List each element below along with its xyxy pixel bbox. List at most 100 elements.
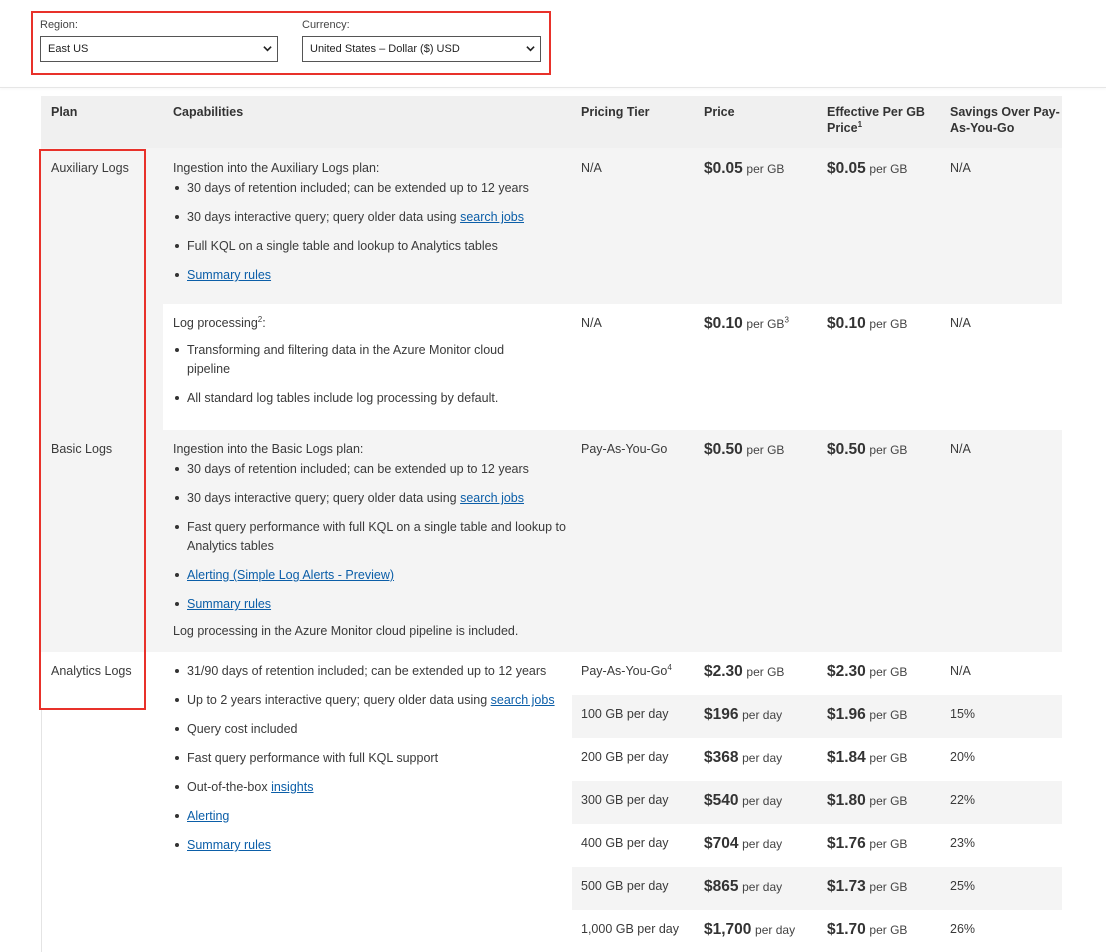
tier-label: 100 GB per day	[581, 707, 669, 721]
price-amount: $1,700	[704, 921, 752, 938]
list-item: Full KQL on a single table and lookup to…	[173, 237, 568, 256]
tier-label: 300 GB per day	[581, 793, 669, 807]
effective-cell: $1.96 per GB	[827, 705, 942, 725]
search-jobs-link[interactable]: search jobs	[460, 491, 524, 505]
price-cell: $704 per day	[704, 834, 819, 854]
effective-amount: $1.76	[827, 835, 866, 852]
chevron-down-icon	[526, 46, 535, 52]
price-unit: per day	[742, 751, 783, 765]
bullet-text: 30 days interactive query; query older d…	[187, 491, 461, 505]
processing-intro-tail: :	[262, 316, 266, 330]
list-item: Transforming and filtering data in the A…	[173, 341, 547, 379]
price-unit: per day	[742, 837, 783, 851]
list-item: 30 days interactive query; query older d…	[173, 208, 568, 227]
currency-select[interactable]: United States – Dollar ($) USD	[302, 36, 541, 62]
table-row-processing: Log processing2: Transforming and filter…	[41, 304, 1062, 430]
search-jobs-link[interactable]: search jobs	[491, 693, 555, 707]
header-effective-price: Effective Per GB Price1	[827, 104, 942, 136]
effective-auxiliary: $0.05 per GB	[827, 159, 942, 179]
footnote-3: 3	[784, 315, 789, 325]
plan-cell-basic-bg	[41, 430, 163, 652]
tier-auxiliary: N/A	[581, 161, 602, 175]
tier-cell: 200 GB per day	[581, 748, 696, 767]
header-divider	[0, 87, 1106, 88]
price-unit: per day	[755, 923, 796, 937]
header-plan: Plan	[51, 105, 78, 119]
effective-amount: $2.30	[827, 663, 866, 680]
tier-label: Pay-As-You-Go	[581, 664, 668, 678]
list-item: Summary rules	[173, 266, 568, 285]
capabilities-basic: Ingestion into the Basic Logs plan: 30 d…	[173, 440, 568, 642]
header-capabilities: Capabilities	[173, 105, 244, 119]
alerting-link[interactable]: Alerting	[187, 809, 229, 823]
processing-intro-text: Log processing	[173, 316, 258, 330]
effective-amount: $1.80	[827, 792, 866, 809]
effective-unit: per GB	[869, 794, 908, 808]
analytics-bullets: 31/90 days of retention included; can be…	[173, 662, 568, 855]
price-amount: $0.50	[704, 441, 743, 458]
region-value: East US	[48, 43, 89, 55]
price-amount: $2.30	[704, 663, 743, 680]
effective-unit: per GB	[869, 751, 908, 765]
search-jobs-link[interactable]: search jobs	[460, 210, 524, 224]
effective-unit: per GB	[869, 317, 908, 331]
effective-cell: $1.73 per GB	[827, 877, 942, 897]
list-item: Out-of-the-box insights	[173, 778, 568, 797]
price-basic: $0.50 per GB	[704, 440, 819, 460]
savings-cell: N/A	[950, 664, 971, 678]
list-item: Fast query performance with full KQL on …	[173, 518, 567, 556]
list-item: All standard log tables include log proc…	[173, 389, 568, 408]
savings-cell: 26%	[950, 922, 976, 936]
summary-rules-link[interactable]: Summary rules	[187, 838, 271, 852]
price-unit: per GB	[746, 317, 785, 331]
plan-analytics-logs: Analytics Logs	[51, 664, 132, 678]
price-unit: per GB	[746, 665, 785, 679]
region-filter: Region: East US	[40, 19, 278, 62]
price-unit: per day	[742, 794, 783, 808]
effective-basic: $0.50 per GB	[827, 440, 942, 460]
list-item: 30 days of retention included; can be ex…	[173, 179, 568, 198]
savings-cell: 15%	[950, 707, 976, 721]
savings-basic: N/A	[950, 442, 971, 456]
list-item: 31/90 days of retention included; can be…	[173, 662, 568, 681]
price-amount: $704	[704, 835, 739, 852]
list-item: Alerting (Simple Log Alerts - Preview)	[173, 566, 568, 585]
list-item: Summary rules	[173, 836, 568, 855]
price-cell: $196 per day	[704, 705, 819, 725]
region-label: Region:	[40, 19, 78, 31]
list-item: 30 days interactive query; query older d…	[173, 489, 568, 508]
price-amount: $368	[704, 749, 739, 766]
tier-label: 500 GB per day	[581, 879, 669, 893]
effective-amount: $1.96	[827, 706, 866, 723]
price-unit: per GB	[746, 162, 785, 176]
region-select[interactable]: East US	[40, 36, 278, 62]
list-item: Summary rules	[173, 595, 568, 614]
price-cell: $2.30 per GB	[704, 662, 819, 682]
insights-link[interactable]: insights	[271, 780, 313, 794]
price-amount: $196	[704, 706, 739, 723]
bullet-text: 30 days interactive query; query older d…	[187, 210, 461, 224]
header-price: Price	[704, 105, 735, 119]
price-auxiliary: $0.05 per GB	[704, 159, 819, 179]
effective-unit: per GB	[869, 837, 908, 851]
effective-unit: per GB	[869, 162, 908, 176]
effective-processing: $0.10 per GB	[827, 314, 942, 334]
price-unit: per day	[742, 880, 783, 894]
alerting-simple-link[interactable]: Alerting (Simple Log Alerts - Preview)	[187, 568, 394, 582]
savings-cell: 20%	[950, 750, 976, 764]
effective-amount: $0.10	[827, 315, 866, 332]
savings-cell: 23%	[950, 836, 976, 850]
price-amount: $540	[704, 792, 739, 809]
plan-basic-logs: Basic Logs	[51, 442, 113, 456]
plan-auxiliary-logs: Auxiliary Logs	[51, 161, 129, 175]
effective-cell: $1.84 per GB	[827, 748, 942, 768]
filter-panel: Region: East US Currency: United States …	[31, 11, 551, 75]
savings-processing: N/A	[950, 316, 971, 330]
summary-rules-link[interactable]: Summary rules	[187, 268, 271, 282]
effective-amount: $1.73	[827, 878, 866, 895]
tier-cell: 1,000 GB per day	[581, 920, 696, 939]
tier-processing: N/A	[581, 316, 602, 330]
footnote-4: 4	[667, 662, 672, 672]
effective-amount: $1.70	[827, 921, 866, 938]
summary-rules-link[interactable]: Summary rules	[187, 597, 271, 611]
